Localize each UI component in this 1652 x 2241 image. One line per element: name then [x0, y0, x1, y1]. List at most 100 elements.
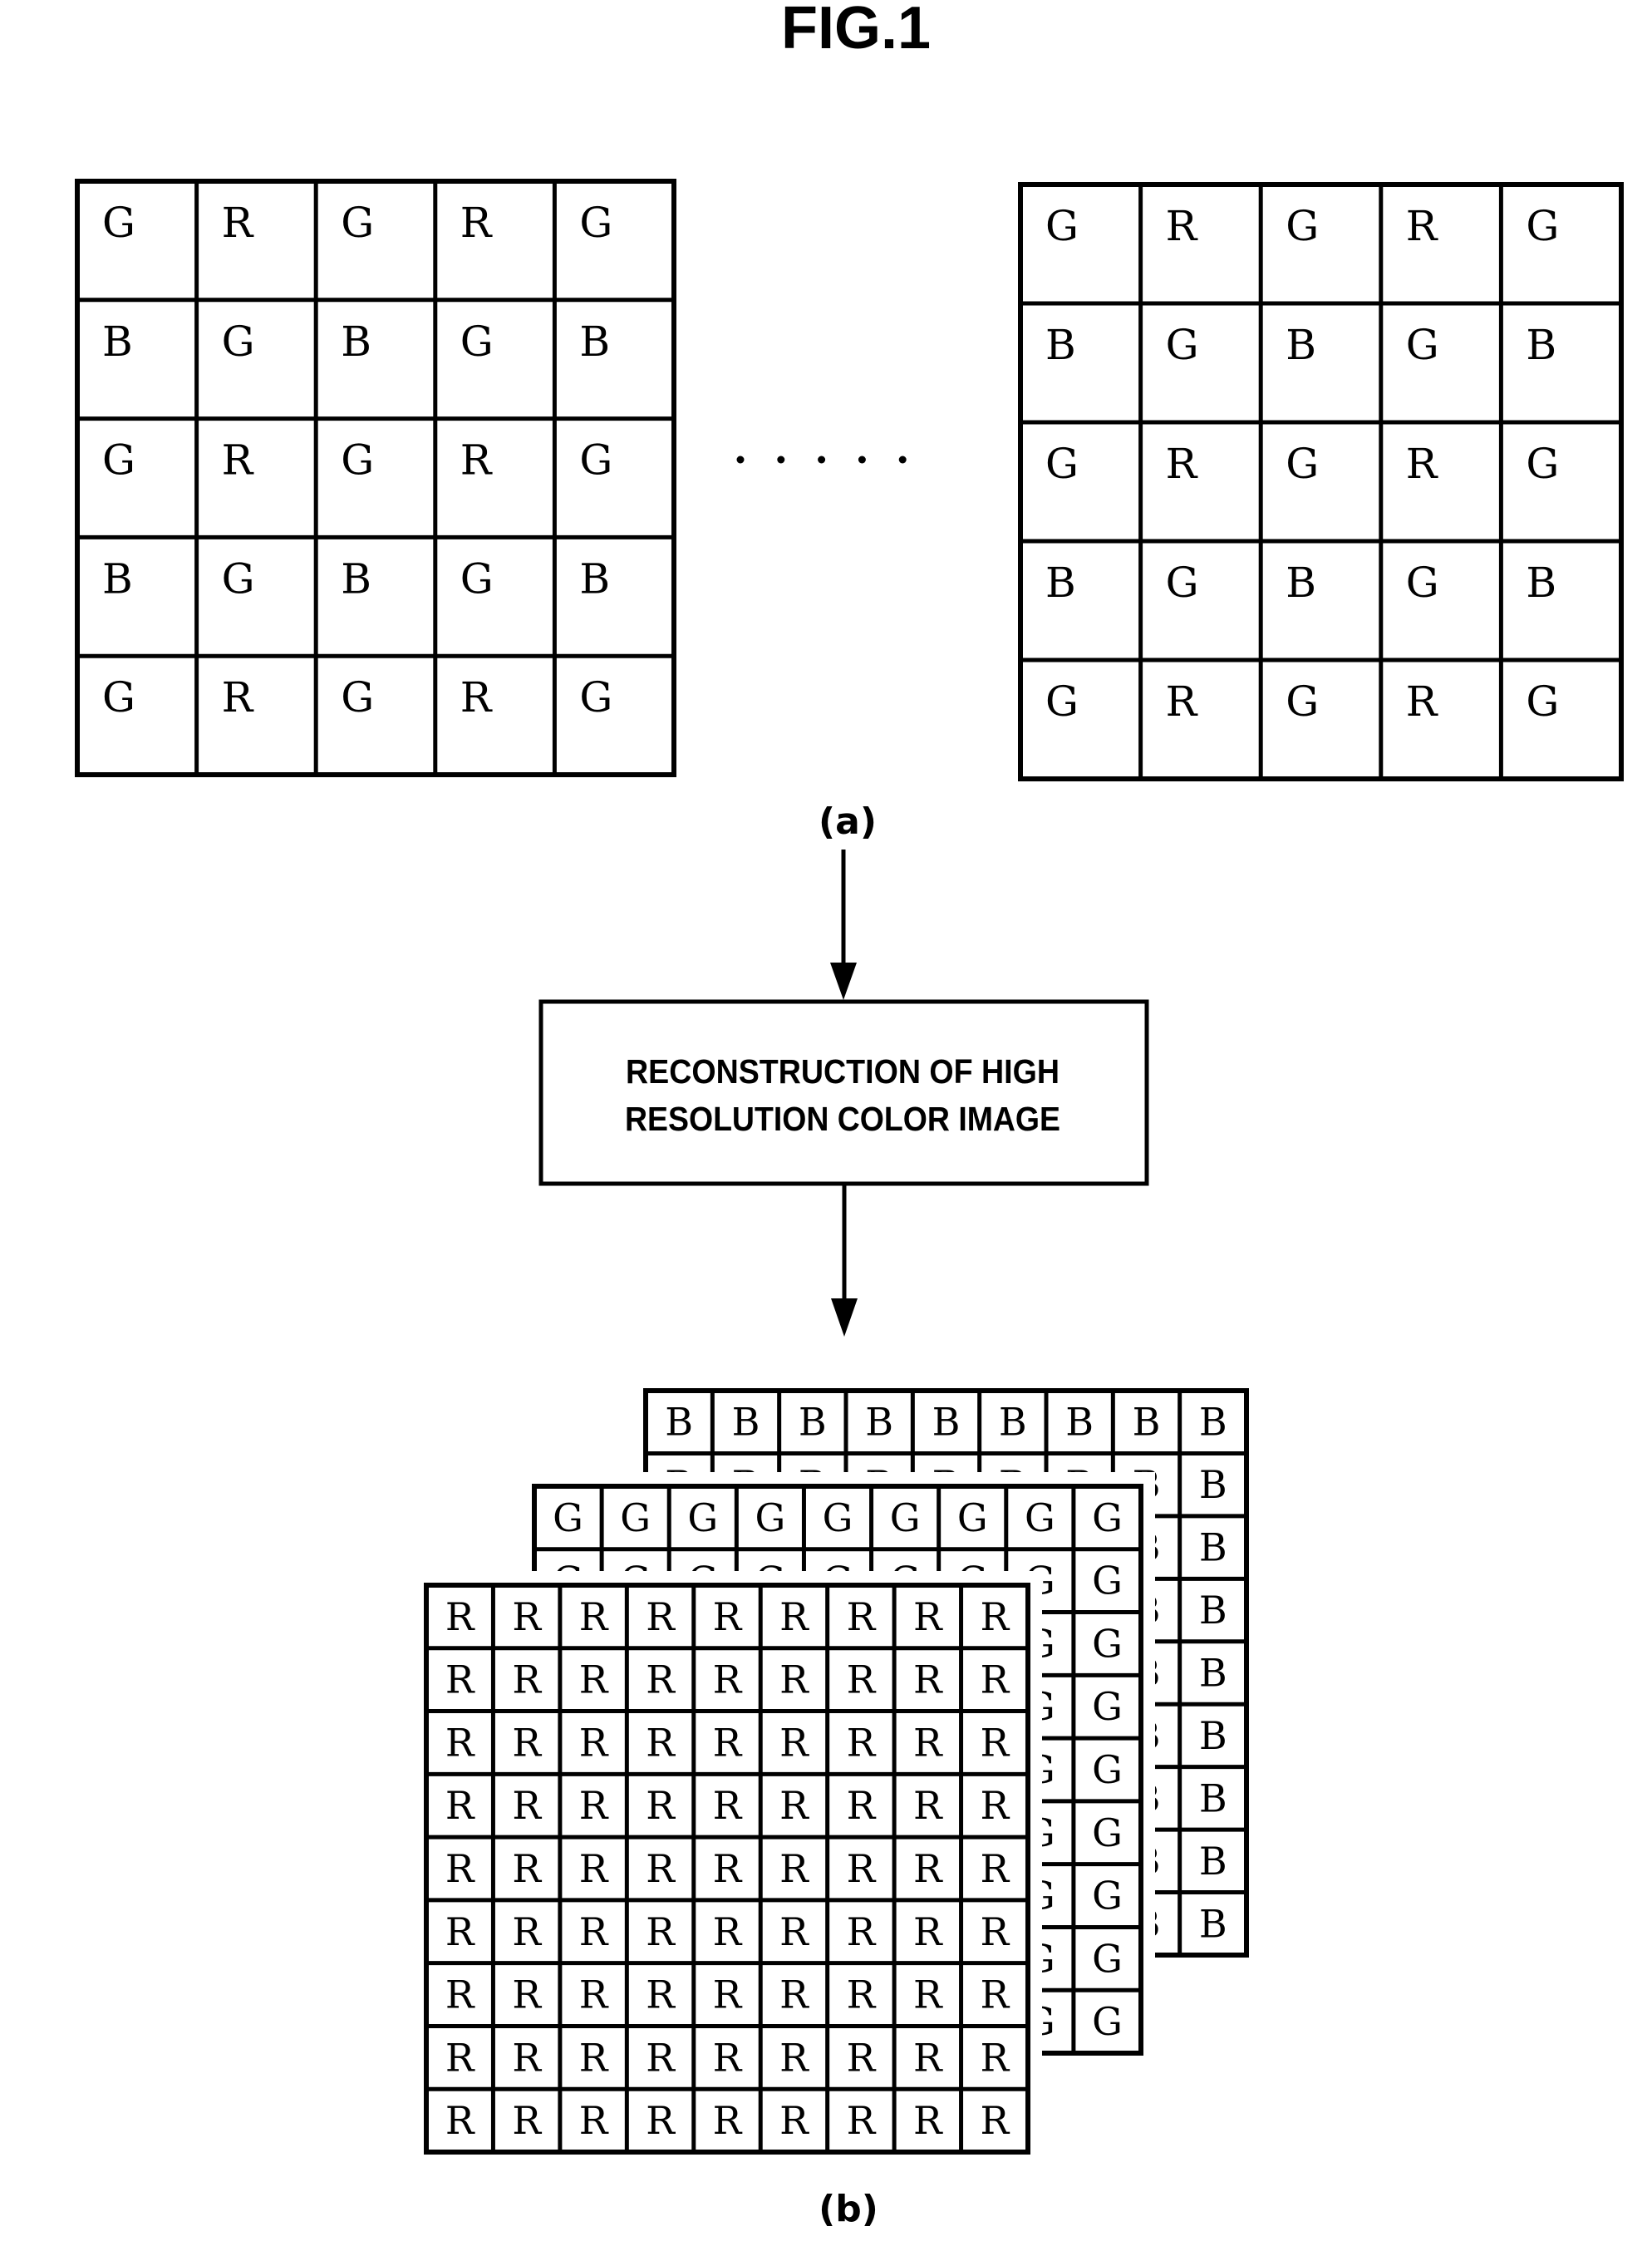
- bayer-cell-b: B: [1045, 321, 1076, 369]
- plane-cell-r: R: [512, 1657, 542, 1702]
- plane-cell-r: R: [445, 2035, 475, 2080]
- ellipsis-dot: [898, 456, 907, 464]
- plane-cell-r: R: [713, 2035, 743, 2080]
- bayer-cell-g: G: [1045, 440, 1079, 488]
- bayer-cell-b: B: [1526, 321, 1556, 369]
- bayer-cell-g: G: [1166, 559, 1199, 607]
- plane-cell-r: R: [913, 1783, 943, 1828]
- red-plane: R R R R R R R R RR R R R R R R R RR R R R R R R R RR R R R R R R R RR R R R…: [412, 1571, 1042, 2166]
- plane-cell-b: B: [1199, 1525, 1227, 1570]
- plane-cell-b: B: [1199, 1651, 1227, 1696]
- plane-cell-r: R: [646, 1657, 676, 1702]
- plane-cell-b: B: [1065, 1400, 1094, 1445]
- plane-cell-r: R: [847, 1720, 877, 1765]
- bayer-cell-b: B: [102, 554, 133, 603]
- plane-cell-g: G: [890, 1495, 921, 1540]
- plane-cell-r: R: [512, 1594, 542, 1639]
- plane-cell-b: B: [932, 1400, 961, 1445]
- plane-cell-g: G: [1092, 1810, 1123, 1855]
- plane-cell-g: G: [1092, 1621, 1123, 1666]
- bayer-cell-g: G: [579, 199, 612, 247]
- process-box-frame: [538, 999, 1149, 1186]
- plane-cell-r: R: [980, 2098, 1010, 2143]
- plane-cell-r: R: [445, 1594, 475, 1639]
- plane-cell-r: R: [779, 1783, 809, 1828]
- plane-cell-r: R: [779, 1973, 809, 2017]
- plane-cell-g: G: [1092, 1999, 1123, 2044]
- bayer-frame-last: G R G R G B G B G B G R G R G B G B G B G R G R G: [1018, 182, 1624, 781]
- plane-cell-r: R: [713, 1973, 743, 2017]
- plane-cell-r: R: [779, 1909, 809, 1954]
- plane-cell-r: R: [579, 2098, 609, 2143]
- plane-cell-r: R: [445, 2098, 475, 2143]
- plane-cell-r: R: [980, 2035, 1010, 2080]
- process-box: RECONSTRUCTION OF HIGH RESOLUTION COLOR …: [538, 999, 1149, 1186]
- bayer-cell-g: G: [1286, 202, 1319, 250]
- bayer-cell-g: G: [102, 199, 135, 247]
- plane-cell-b: B: [799, 1400, 827, 1445]
- bayer-cell-r: R: [1406, 677, 1438, 726]
- plane-cell-r: R: [646, 1846, 676, 1891]
- bayer-cell-g: G: [102, 673, 135, 722]
- plane-cell-g: G: [957, 1495, 988, 1540]
- bayer-cell-g: G: [579, 673, 612, 722]
- plane-cell-b: B: [1199, 1901, 1227, 1946]
- bayer-frame-first: G R G R G B G B G B G R G R G B G B G B G R G R G: [75, 179, 676, 777]
- bayer-cell-g: G: [102, 436, 135, 485]
- plane-cell-g: G: [1092, 1684, 1123, 1729]
- figure-1-diagram: FIG.1 G R G R GB G B G BG R G R GB G B G BG R G R G G R G R GB G B…: [0, 0, 1652, 2241]
- plane-cell-r: R: [579, 1973, 609, 2017]
- process-text-line-2: RESOLUTION COLOR IMAGE: [625, 1100, 1060, 1138]
- ellipsis-dot: [777, 456, 785, 464]
- bayer-cell-g: G: [1406, 321, 1439, 369]
- plane-cell-r: R: [579, 1594, 609, 1639]
- plane-cell-r: R: [512, 1783, 542, 1828]
- bayer-cell-r: R: [460, 199, 493, 247]
- bayer-cell-r: R: [1166, 440, 1198, 488]
- plane-cell-r: R: [445, 1973, 475, 2017]
- plane-cell-r: R: [646, 1973, 676, 2017]
- plane-cell-r: R: [445, 1909, 475, 1954]
- plane-cell-r: R: [847, 1846, 877, 1891]
- bayer-cell-b: B: [1526, 559, 1556, 607]
- plane-cell-r: R: [913, 1594, 943, 1639]
- bayer-cell-g: G: [1526, 202, 1559, 250]
- plane-cell-r: R: [913, 1846, 943, 1891]
- bayer-cell-b: B: [102, 318, 133, 366]
- plane-cell-r: R: [713, 1657, 743, 1702]
- plane-cell-b: B: [1199, 1713, 1227, 1758]
- plane-cell-r: R: [445, 1657, 475, 1702]
- plane-cell-r: R: [646, 1783, 676, 1828]
- bayer-cell-b: B: [579, 318, 610, 366]
- bayer-cell-g: G: [1166, 321, 1199, 369]
- plane-cell-g: G: [755, 1495, 786, 1540]
- plane-cell-r: R: [646, 2035, 676, 2080]
- plane-cell-r: R: [512, 1973, 542, 2017]
- bayer-cell-g: G: [341, 199, 374, 247]
- plane-cell-r: R: [779, 1594, 809, 1639]
- bayer-cell-g: G: [222, 318, 255, 366]
- plane-cell-r: R: [847, 1783, 877, 1828]
- plane-cell-r: R: [579, 1720, 609, 1765]
- plane-cell-r: R: [445, 1720, 475, 1765]
- plane-cell-b: B: [999, 1400, 1027, 1445]
- plane-cell-r: R: [445, 1846, 475, 1891]
- bayer-cell-g: G: [1526, 677, 1559, 726]
- ellipsis-dot: [818, 456, 826, 464]
- bayer-cell-b: B: [1045, 559, 1076, 607]
- plane-cell-r: R: [847, 2035, 877, 2080]
- plane-cell-r: R: [579, 2035, 609, 2080]
- bayer-cell-g: G: [341, 436, 374, 485]
- plane-cell-r: R: [980, 1594, 1010, 1639]
- plane-cell-r: R: [913, 1657, 943, 1702]
- plane-cell-r: R: [913, 2098, 943, 2143]
- bayer-cell-b: B: [1286, 559, 1316, 607]
- plane-cell-b: B: [1133, 1400, 1161, 1445]
- plane-cell-r: R: [913, 1909, 943, 1954]
- bayer-cell-r: R: [1406, 202, 1438, 250]
- plane-cell-r: R: [646, 1594, 676, 1639]
- bayer-cell-g: G: [460, 554, 494, 603]
- plane-cell-r: R: [980, 1657, 1010, 1702]
- plane-cell-r: R: [713, 2098, 743, 2143]
- plane-cell-r: R: [512, 1909, 542, 1954]
